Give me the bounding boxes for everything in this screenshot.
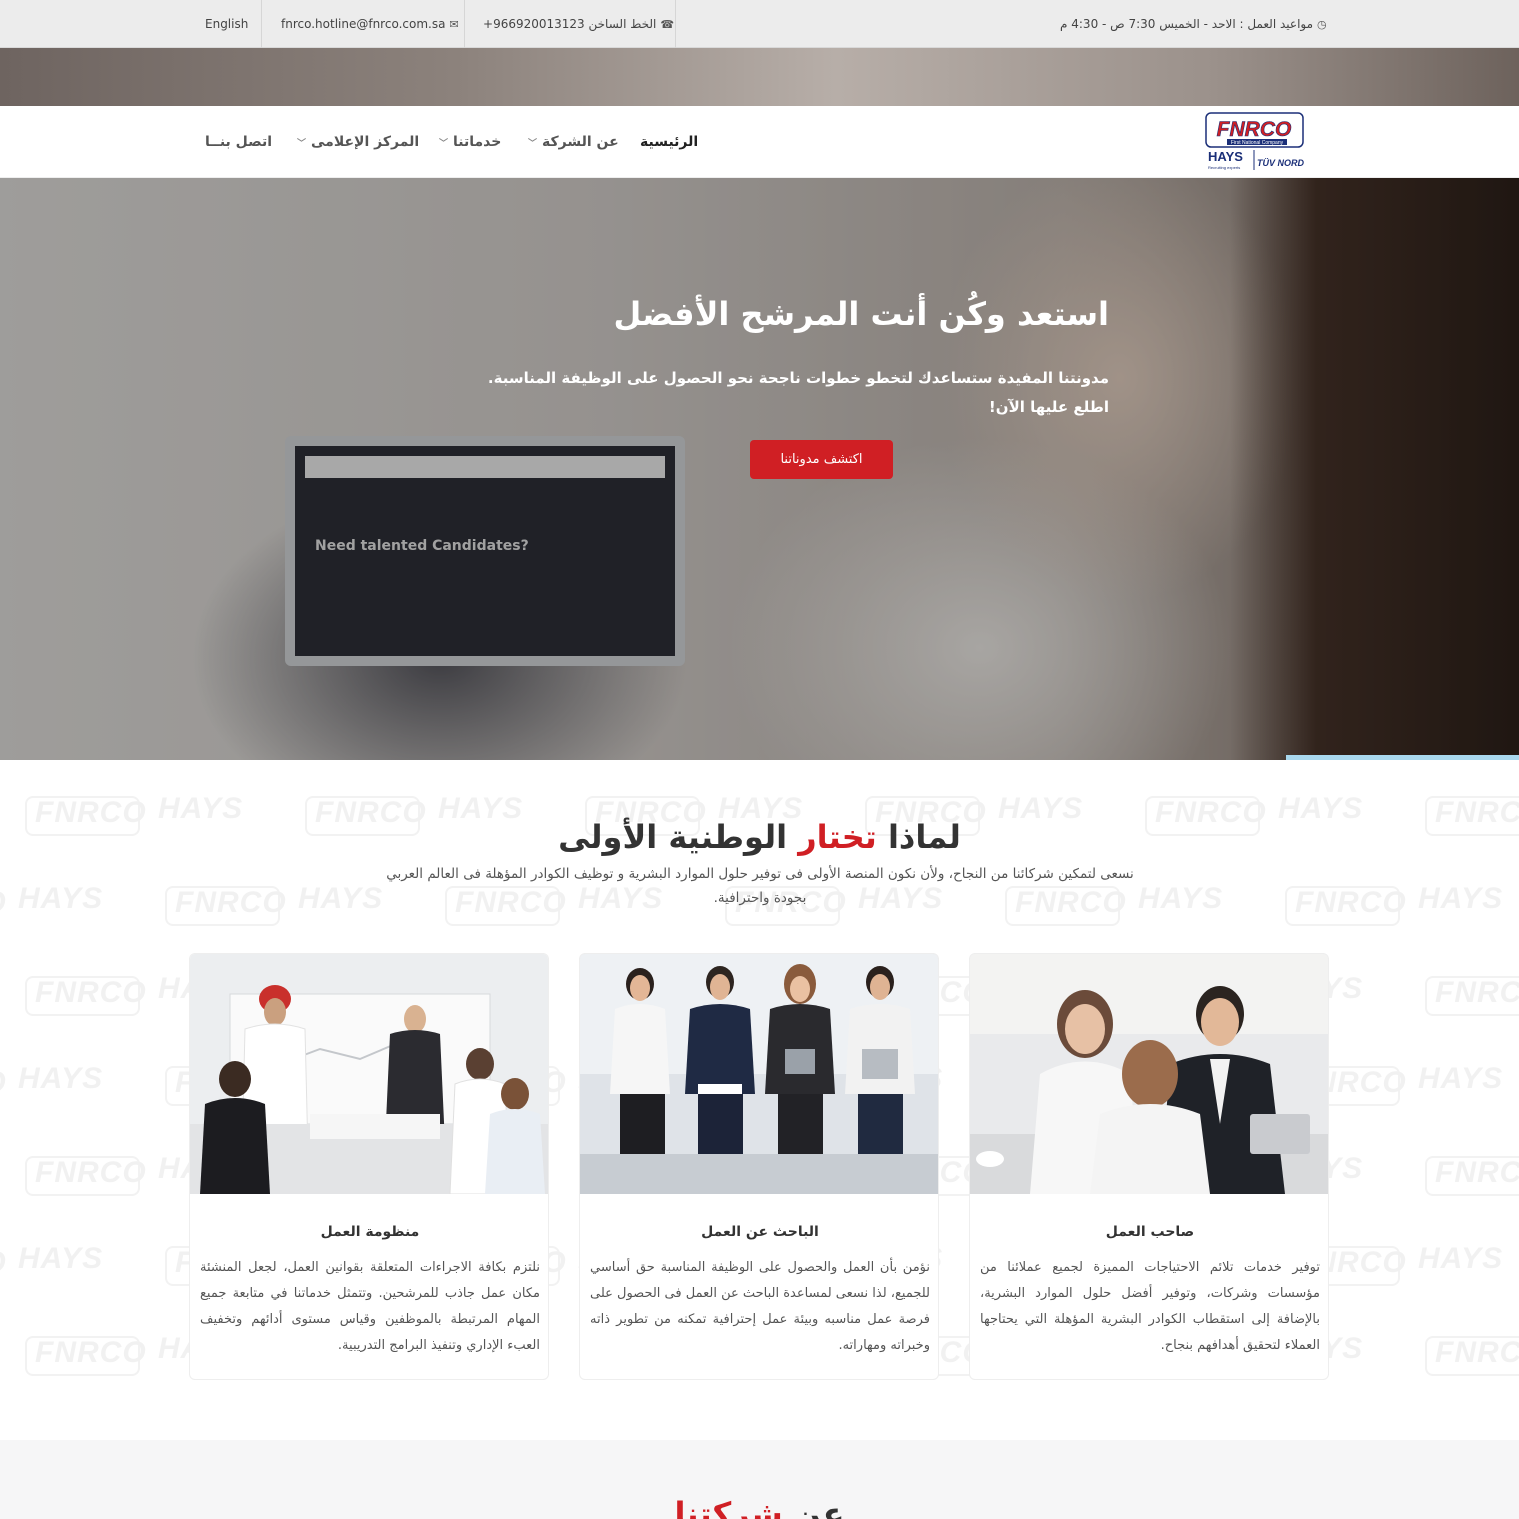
nav-services[interactable]: ﹀ خدماتنا bbox=[439, 106, 501, 178]
watermark-partner: HAYS bbox=[1138, 882, 1224, 915]
chevron-down-icon: ﹀ bbox=[297, 138, 307, 149]
watermark-brand: FNRCO bbox=[1435, 1156, 1519, 1189]
watermark-brand: FNRCO bbox=[0, 1066, 7, 1100]
hero-slider: Need talented Candidates? استعد وكُن أنت… bbox=[0, 178, 1519, 760]
nav-media-center[interactable]: ﹀ المركز الإعلامى bbox=[297, 106, 419, 178]
language-switch-label[interactable]: English bbox=[205, 17, 248, 31]
why-description: نسعى لتمكين شركائنا من النجاح، ولأن نكون… bbox=[386, 866, 1134, 906]
chevron-down-icon: ﹀ bbox=[528, 138, 538, 149]
watermark-partner: HAYS bbox=[18, 1242, 104, 1275]
nav-home[interactable]: الرئيسية bbox=[640, 106, 698, 178]
fnrco-logo[interactable]: FNRCO First National Company HAYS Recrui… bbox=[1205, 112, 1304, 172]
discover-blogs-button[interactable]: اكتشف مدوناتنا bbox=[750, 440, 893, 479]
about-title-part: عن bbox=[793, 1495, 845, 1519]
email-text[interactable]: fnrco.hotline@fnrco.com.sa bbox=[281, 17, 445, 31]
card-title: منظومة العمل bbox=[320, 1224, 420, 1240]
watermark-brand: FNRCO bbox=[0, 1246, 7, 1280]
watermark-brand: FNRCO bbox=[1435, 976, 1519, 1009]
watermark-partner: HAYS bbox=[1418, 1062, 1504, 1095]
job-seeker-card[interactable]: الباحث عن العمل نؤمن بأن العمل والحصول ع… bbox=[579, 953, 939, 1380]
hotline-text[interactable]: الخط الساخن 966920013123+ bbox=[483, 17, 656, 31]
language-switch-link[interactable]: English bbox=[205, 0, 248, 48]
why-title-highlight: تختار bbox=[798, 818, 877, 856]
work-system-card[interactable]: منظومة العمل نلتزم بكافة الاجراءات المتع… bbox=[189, 953, 549, 1380]
nav-about-label[interactable]: عن الشركة bbox=[542, 134, 619, 150]
watermark-partner: HAYS bbox=[1418, 1242, 1504, 1275]
watermark-brand: FNRCO bbox=[1295, 886, 1407, 919]
why-choose-section: FNRCO HAYS FNRCO HAYS FNRCO HAYS FNRCO HAYS FNRC… bbox=[0, 760, 1519, 1440]
about-company-section: عن شركتنا bbox=[0, 1440, 1519, 1519]
watermark-partner: HAYS bbox=[18, 882, 104, 915]
email-link[interactable]: fnrco.hotline@fnrco.com.sa ✉ bbox=[281, 0, 463, 48]
why-title-part: لماذا bbox=[887, 818, 961, 856]
hero-text: مدونتنا المفيدة ستساعدك لتخطو خطوات ناجح… bbox=[409, 364, 1109, 422]
discover-blogs-label[interactable]: اكتشف مدوناتنا bbox=[780, 452, 862, 467]
watermark-partner: HAYS bbox=[18, 1062, 104, 1095]
hero-text-line: اطلع عليها الآن! bbox=[988, 398, 1109, 416]
employer-card[interactable]: صاحب العمل توفير خدمات تلائم الاحتياجات … bbox=[969, 953, 1329, 1380]
chevron-down-icon: ﹀ bbox=[439, 138, 449, 149]
clock-icon: ◷ bbox=[1317, 17, 1327, 31]
about-title: عن شركتنا bbox=[0, 1495, 1519, 1519]
topbar-divider bbox=[675, 0, 676, 48]
why-title: لماذا تختار الوطنية الأولى bbox=[0, 818, 1519, 856]
working-hours: ◷ مواعيد العمل : الاحد - الخميس 7:30 ص -… bbox=[1060, 0, 1330, 48]
card-title: صاحب العمل bbox=[1105, 1224, 1195, 1240]
watermark-partner: HAYS bbox=[298, 882, 384, 915]
watermark-brand: FNRCO bbox=[1435, 1336, 1519, 1369]
watermark-partner: HAYS bbox=[1418, 882, 1504, 915]
hero-text-line: مدونتنا المفيدة ستساعدك لتخطو خطوات ناجح… bbox=[487, 369, 1109, 387]
watermark-brand: FNRCO bbox=[35, 976, 147, 1009]
watermark-brand: FNRCO bbox=[175, 886, 287, 919]
svg-text:FNRCO: FNRCO bbox=[1217, 118, 1292, 141]
watermark-brand: FNRCO bbox=[35, 1336, 147, 1369]
svg-text:First National Company: First National Company bbox=[1231, 140, 1284, 146]
working-hours-text: مواعيد العمل : الاحد - الخميس 7:30 ص - 4… bbox=[1060, 17, 1314, 31]
nav-media-center-label[interactable]: المركز الإعلامى bbox=[311, 134, 419, 150]
envelope-icon: ✉ bbox=[449, 17, 459, 31]
watermark-brand: FNRCO bbox=[35, 1156, 147, 1189]
topbar-divider bbox=[261, 0, 262, 48]
nav-about[interactable]: ﹀ عن الشركة bbox=[528, 106, 619, 178]
job-seeker-photo bbox=[580, 954, 938, 1194]
phone-icon: ☎ bbox=[660, 17, 675, 31]
watermark-brand: FNRCO bbox=[0, 886, 7, 920]
why-title-part: الوطنية الأولى bbox=[558, 818, 788, 856]
topbar-divider bbox=[464, 0, 465, 48]
svg-text:TÜV NORD: TÜV NORD bbox=[1257, 158, 1304, 168]
svg-text:HAYS: HAYS bbox=[1208, 149, 1243, 164]
about-title-highlight: شركتنا bbox=[674, 1495, 783, 1519]
hero-title: استعد وكُن أنت المرشح الأفضل bbox=[613, 295, 1109, 333]
card-title: الباحث عن العمل bbox=[701, 1224, 819, 1240]
nav-home-label[interactable]: الرئيسية bbox=[640, 134, 698, 150]
slider-progress-bar bbox=[1286, 755, 1519, 760]
svg-text:Recruiting experts: Recruiting experts bbox=[1208, 165, 1240, 170]
work-system-photo bbox=[190, 954, 548, 1194]
header-photo-strip bbox=[0, 48, 1519, 106]
nav-contact[interactable]: اتصل بنــا bbox=[205, 106, 272, 178]
nav-contact-label[interactable]: اتصل بنــا bbox=[205, 134, 272, 150]
card-text: نلتزم بكافة الاجراءات المتعلقة بقوانين ا… bbox=[200, 1260, 540, 1353]
card-text: توفير خدمات تلائم الاحتياجات المميزة لجم… bbox=[980, 1260, 1320, 1353]
nav-services-label[interactable]: خدماتنا bbox=[453, 134, 501, 150]
hotline-link[interactable]: ☎ الخط الساخن 966920013123+ bbox=[483, 0, 678, 48]
card-text: نؤمن بأن العمل والحصول على الوظيفة المنا… bbox=[589, 1260, 930, 1353]
top-info-bar: English fnrco.hotline@fnrco.com.sa ✉ ☎ ا… bbox=[0, 0, 1519, 48]
employer-photo bbox=[970, 954, 1328, 1194]
